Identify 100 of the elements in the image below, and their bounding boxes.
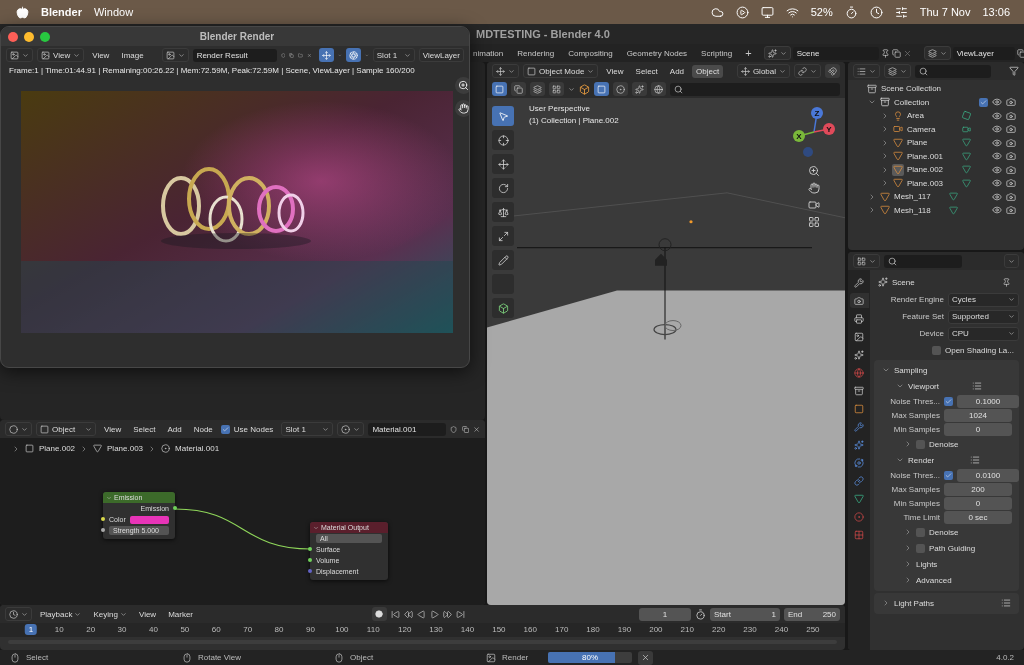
outliner-row[interactable]: Camera — [848, 122, 1024, 136]
subpanel-header[interactable]: Denoise — [874, 524, 1019, 540]
menu-item[interactable]: Marker — [164, 607, 198, 621]
slot-dropdown[interactable]: Slot 1 — [281, 422, 334, 436]
frame-number[interactable]: 130 — [425, 624, 447, 635]
frame-number[interactable]: 100 — [331, 624, 353, 635]
frame-number[interactable]: 10 — [50, 624, 68, 635]
breadcrumb[interactable]: Plane.003 — [107, 444, 144, 453]
subpanel-title[interactable]: Denoise — [929, 439, 959, 449]
outliner-row[interactable]: Area — [848, 109, 1024, 123]
frame-number[interactable]: 1 — [24, 624, 38, 635]
outliner-row[interactable]: Collection — [848, 95, 1024, 109]
menu-item[interactable]: View — [134, 607, 161, 621]
outliner-label[interactable]: Mesh_117 — [894, 192, 946, 202]
menu-item[interactable]: Window — [93, 6, 134, 18]
frame-number[interactable]: 50 — [176, 624, 194, 635]
breadcrumb[interactable]: Material.001 — [175, 444, 220, 453]
workspace-tab[interactable]: Geometry Nodes — [621, 46, 693, 60]
frame-number[interactable]: 190 — [613, 624, 636, 635]
subpanel-title[interactable]: Viewport — [908, 381, 939, 391]
number-field[interactable]: 0.1000 — [957, 394, 1019, 408]
workspace-tab[interactable]: Compositing — [563, 46, 618, 60]
outliner-row[interactable]: Scene Collection — [848, 82, 1024, 96]
subpanel-header[interactable]: Viewport — [874, 378, 1019, 394]
dropdown[interactable]: CPU — [948, 326, 1019, 341]
dropdown[interactable]: Cycles — [948, 292, 1019, 307]
scene-field[interactable]: Scene — [792, 46, 879, 60]
panel-title[interactable]: Light Paths — [894, 598, 935, 608]
menu-item[interactable]: View — [100, 422, 126, 436]
menu-item[interactable]: View — [602, 64, 628, 78]
frame-number[interactable]: 40 — [145, 624, 162, 635]
menu-item[interactable]: Image — [117, 48, 148, 62]
frame-number[interactable]: 140 — [456, 624, 479, 635]
view-dropdown[interactable]: View — [37, 48, 85, 62]
menu-item[interactable]: Add — [163, 422, 186, 436]
material-field[interactable]: Material.001 — [368, 422, 447, 436]
frame-number[interactable]: 80 — [270, 624, 288, 635]
frame-number[interactable]: 20 — [82, 624, 100, 635]
outliner-label[interactable]: Camera — [907, 124, 959, 134]
menu-item[interactable]: Keying — [89, 607, 131, 621]
subpanel-header[interactable]: Render — [874, 452, 1019, 468]
number-field[interactable]: 1024 — [944, 408, 1012, 422]
outliner-label[interactable]: Collection — [894, 97, 946, 107]
menu-item[interactable]: Add — [665, 64, 689, 78]
menu-item[interactable]: Object — [692, 64, 724, 78]
number-field[interactable]: 0 sec — [944, 510, 1012, 524]
current-frame-field[interactable]: 1 — [639, 607, 691, 621]
menu-item[interactable]: Node — [189, 422, 217, 436]
checkbox-label[interactable]: Use Nodes — [233, 424, 274, 434]
outliner-row[interactable]: Mesh_118 — [848, 203, 1024, 217]
frame-number[interactable]: 90 — [302, 624, 319, 635]
outliner-row[interactable]: Plane — [848, 136, 1024, 150]
frame-number[interactable]: 30 — [113, 624, 131, 635]
object-dropdown[interactable]: Object — [36, 422, 96, 436]
number-field[interactable]: 0 — [944, 422, 1012, 436]
subpanel-header[interactable]: Advanced — [874, 572, 1019, 588]
subpanel-header[interactable]: Lights — [874, 556, 1019, 572]
frame-number[interactable]: 220 — [708, 624, 730, 635]
subpanel-title[interactable]: Path Guiding — [929, 543, 976, 553]
frame-number[interactable]: 120 — [394, 624, 416, 635]
slot-dropdown[interactable]: Slot 1 — [372, 48, 415, 62]
menu-item[interactable]: View — [88, 48, 114, 62]
app-menu[interactable]: Blender — [41, 6, 82, 18]
subpanel-title[interactable]: Advanced — [916, 575, 952, 585]
outliner-label[interactable]: Area — [907, 111, 959, 121]
dropdown[interactable]: Supported — [948, 309, 1019, 324]
frame-number[interactable]: 160 — [519, 624, 541, 635]
end-frame-field[interactable]: End 250 — [784, 607, 840, 621]
outliner-label[interactable]: Scene Collection — [881, 84, 942, 94]
frame-number[interactable]: 230 — [739, 624, 761, 635]
outliner-label[interactable]: Mesh_118 — [894, 205, 946, 215]
start-frame-field[interactable]: Start 1 — [710, 607, 780, 621]
outliner-row[interactable]: Plane.001 — [848, 149, 1024, 163]
panel-title[interactable]: Sampling — [894, 365, 928, 375]
workspace-tab[interactable]: Scripting — [696, 46, 738, 60]
subpanel-title[interactable]: Lights — [916, 559, 938, 569]
frame-number[interactable]: 210 — [676, 624, 698, 635]
subpanel-title[interactable]: Render — [908, 455, 935, 465]
outliner-label[interactable]: Plane.001 — [907, 151, 959, 161]
frame-number[interactable]: 240 — [770, 624, 793, 635]
frame-number[interactable]: 60 — [207, 624, 225, 635]
menu-item[interactable]: Select — [631, 64, 662, 78]
frame-number[interactable]: 170 — [551, 624, 573, 635]
subpanel-header[interactable]: Path Guiding — [874, 540, 1019, 556]
outliner-row[interactable]: Plane.003 — [848, 176, 1024, 190]
subpanel-header[interactable]: Denoise — [874, 436, 1019, 452]
mode-dropdown[interactable]: Object Mode — [523, 64, 599, 78]
frame-number[interactable]: 110 — [362, 624, 384, 635]
outliner-row[interactable]: Mesh_117 — [848, 190, 1024, 204]
workspace-tab[interactable]: Rendering — [512, 46, 560, 60]
add-workspace-button[interactable]: + — [741, 47, 756, 59]
image-name-field[interactable]: Render Result — [192, 48, 277, 62]
workspace-tab[interactable]: nimation — [468, 46, 509, 60]
number-field[interactable]: 0 — [944, 496, 1012, 510]
panel-header[interactable]: Light Paths — [874, 595, 1019, 611]
axis-handle[interactable]: Z — [811, 107, 823, 133]
number-field[interactable]: 200 — [944, 482, 1012, 496]
frame-number[interactable]: 200 — [645, 624, 667, 635]
subpanel-title[interactable]: Denoise — [929, 527, 959, 537]
menu-item[interactable]: Select — [129, 422, 160, 436]
